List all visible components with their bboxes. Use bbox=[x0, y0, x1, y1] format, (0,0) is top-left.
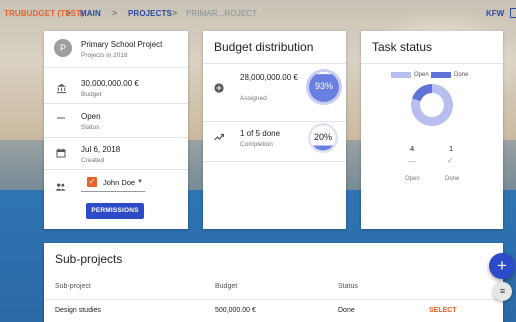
chevron-down-icon[interactable]: ▼ bbox=[137, 179, 143, 185]
status-label: Status bbox=[81, 124, 100, 131]
people-icon bbox=[55, 178, 67, 191]
created-date: Jul 6, 2018 bbox=[81, 145, 121, 154]
assigned-value: 28,000,000.00 € bbox=[240, 73, 298, 82]
select-button[interactable]: SELECT bbox=[429, 307, 457, 314]
status-value: Open bbox=[81, 112, 101, 121]
breadcrumb-separator: > bbox=[66, 8, 72, 18]
breadcrumb-main[interactable]: MAIN bbox=[80, 9, 101, 18]
project-subtitle: Projects in 2018 bbox=[81, 52, 128, 59]
bank-icon bbox=[55, 83, 67, 95]
calendar-icon bbox=[55, 148, 67, 160]
top-navigation: TRUBUDGET (TEST) > MAIN > PROJECTS > PRI… bbox=[0, 0, 516, 26]
brand-link[interactable]: TRUBUDGET (TEST) bbox=[4, 9, 84, 18]
completion-percent: 20% bbox=[313, 132, 332, 142]
owner-select[interactable]: John Doe bbox=[103, 178, 135, 187]
subproject-name: Design studies bbox=[55, 307, 101, 314]
column-header-subproject: Sub-project bbox=[55, 283, 91, 290]
budget-distribution-card: Budget distribution 28,000,000.00 € Assi… bbox=[203, 31, 346, 229]
subproject-budget: 500,000.00 € bbox=[215, 307, 256, 314]
check-icon: ✓ bbox=[447, 156, 454, 165]
logout-icon[interactable] bbox=[510, 8, 516, 18]
legend-swatch-open bbox=[391, 72, 411, 78]
subprojects-title: Sub-projects bbox=[55, 252, 123, 266]
done-count: 1 bbox=[449, 144, 454, 153]
assigned-percent: 93% bbox=[314, 81, 333, 91]
task-status-donut bbox=[411, 84, 453, 126]
open-label: Open bbox=[405, 176, 420, 182]
created-label: Created bbox=[81, 157, 105, 164]
breadcrumb-projects[interactable]: PROJECTS bbox=[128, 9, 172, 18]
done-label: Done bbox=[445, 176, 460, 182]
breadcrumb-current: PRIMAR...ROJECT bbox=[186, 9, 258, 18]
add-subproject-button[interactable]: + bbox=[489, 253, 515, 279]
user-menu[interactable]: KFW bbox=[486, 9, 504, 18]
project-details-card: P Primary School Project Projects in 201… bbox=[44, 31, 188, 229]
donut-slice-done bbox=[412, 84, 432, 102]
card-title: Budget distribution bbox=[214, 40, 314, 54]
open-count: 4 bbox=[410, 144, 415, 153]
add-circle-icon bbox=[214, 83, 224, 93]
subprojects-card: Sub-projects Sub-project Budget Status D… bbox=[44, 243, 503, 322]
owner-checkbox[interactable]: ✓ bbox=[87, 177, 97, 187]
status-open-icon bbox=[55, 113, 67, 125]
subproject-status: Done bbox=[338, 307, 355, 314]
completion-gauge: 20% bbox=[307, 122, 339, 154]
budget-label: Budget bbox=[81, 91, 102, 98]
completion-label: Completion bbox=[240, 141, 273, 148]
project-name: Primary School Project bbox=[81, 40, 163, 49]
column-header-budget: Budget bbox=[215, 283, 238, 290]
menu-button[interactable]: ≡ bbox=[493, 282, 512, 301]
trending-up-icon bbox=[214, 133, 225, 143]
assigned-gauge: 93% bbox=[305, 68, 343, 106]
column-header-status: Status bbox=[338, 283, 358, 290]
breadcrumb-separator: > bbox=[112, 8, 118, 18]
legend-swatch-done bbox=[431, 72, 451, 78]
avatar: P bbox=[54, 39, 72, 57]
open-dash-icon: — bbox=[408, 157, 416, 166]
budget-value: 30,000,000.00 € bbox=[81, 79, 139, 88]
permissions-button[interactable]: PERMISSIONS bbox=[86, 203, 144, 219]
assigned-label: Assigned bbox=[240, 95, 267, 102]
completion-value: 1 of 5 done bbox=[240, 129, 281, 138]
legend-done: Done bbox=[454, 72, 469, 78]
legend-open: Open bbox=[414, 72, 429, 78]
breadcrumb-separator: > bbox=[172, 8, 178, 18]
task-status-card: Task status Open Done 4 1 — ✓ Open Done bbox=[361, 31, 503, 229]
card-title: Task status bbox=[372, 40, 433, 54]
